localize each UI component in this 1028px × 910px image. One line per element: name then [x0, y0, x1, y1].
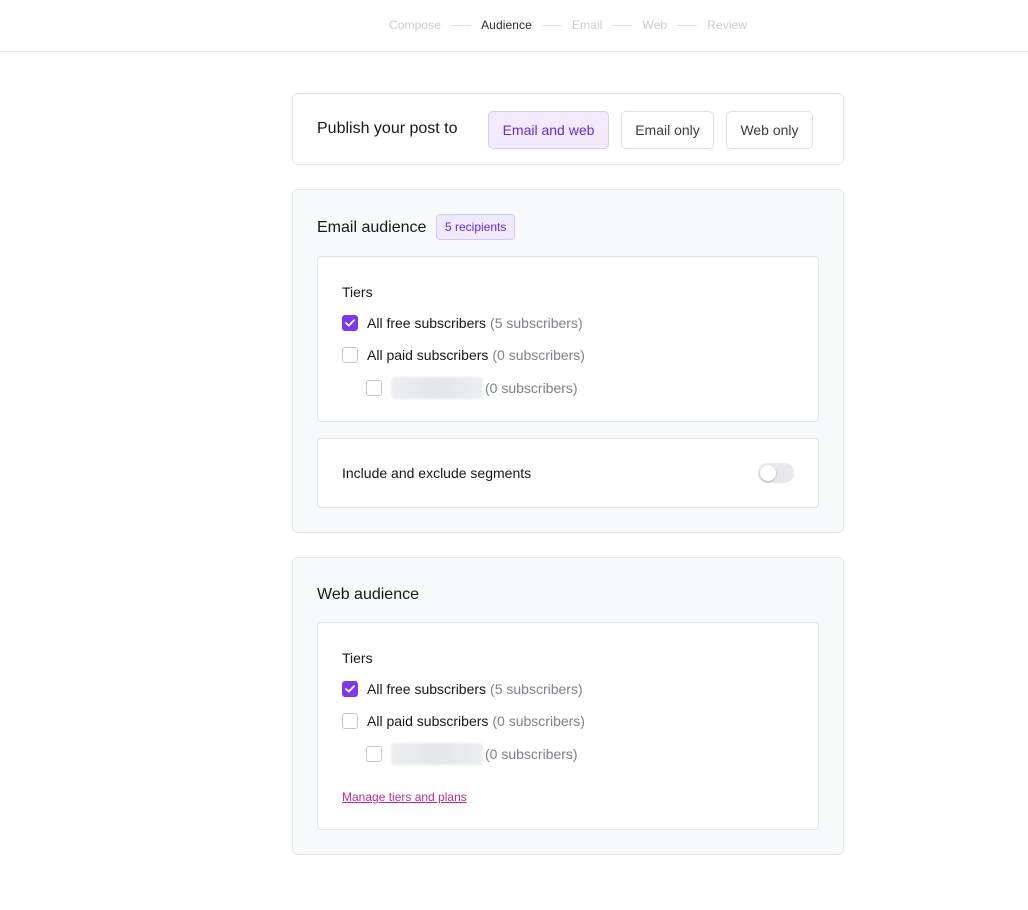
top-stepper-bar: Compose Audience Email Web Review [0, 0, 1028, 52]
checkbox[interactable] [342, 713, 358, 729]
publish-destination-card: Publish your post to Email and web Email… [292, 93, 844, 165]
email-audience-title: Email audience [317, 219, 427, 236]
checkbox[interactable] [366, 746, 382, 762]
checkbox[interactable] [366, 380, 382, 396]
web-only-button[interactable]: Web only [726, 111, 813, 149]
step-web[interactable]: Web [642, 18, 667, 32]
web-audience-card: Web audience Tiers All free subscribers … [292, 557, 844, 855]
publish-label: Publish your post to [317, 120, 458, 137]
web-tier-paid[interactable]: All paid subscribers (0 subscribers) [342, 713, 585, 729]
email-tier-paid[interactable]: All paid subscribers (0 subscribers) [342, 347, 585, 363]
check-icon [345, 685, 355, 693]
stepper: Compose Audience Email Web Review [389, 18, 747, 32]
web-audience-title: Web audience [317, 586, 419, 603]
manage-tiers-link[interactable]: Manage tiers and plans [342, 790, 467, 804]
tier-count: (0 subscribers) [485, 380, 578, 396]
tier-label: All paid subscribers [367, 347, 489, 363]
email-audience-card: Email audience 5 recipients Tiers All fr… [292, 189, 844, 533]
email-tiers-panel: Tiers All free subscribers (5 subscriber… [317, 256, 819, 422]
email-tier-paid-sub[interactable]: (0 subscribers) [366, 377, 578, 399]
segments-panel: Include and exclude segments [317, 438, 819, 508]
tier-label: All free subscribers [367, 315, 487, 331]
checkbox[interactable] [342, 347, 358, 363]
step-email[interactable]: Email [572, 18, 603, 32]
tiers-heading: Tiers [342, 284, 373, 300]
toggle-knob [760, 465, 776, 481]
tiers-heading: Tiers [342, 650, 373, 666]
email-and-web-button[interactable]: Email and web [488, 111, 609, 149]
step-review[interactable]: Review [707, 18, 747, 32]
web-tier-paid-sub[interactable]: (0 subscribers) [366, 743, 578, 765]
blurred-tier-name [391, 743, 483, 765]
tier-count: (0 subscribers) [492, 713, 585, 729]
web-tiers-panel: Tiers All free subscribers (5 subscriber… [317, 622, 819, 830]
tier-count: (0 subscribers) [485, 746, 578, 762]
email-only-button[interactable]: Email only [621, 111, 714, 149]
checkbox-checked[interactable] [342, 681, 358, 697]
recipients-badge: 5 recipients [436, 214, 516, 240]
segments-label: Include and exclude segments [342, 465, 532, 481]
tier-label: All free subscribers [367, 681, 487, 697]
tier-label: All paid subscribers [367, 713, 489, 729]
web-tier-free[interactable]: All free subscribers (5 subscribers) [342, 681, 583, 697]
step-compose[interactable]: Compose [389, 18, 441, 32]
step-divider [451, 24, 472, 26]
blurred-tier-name [391, 377, 483, 399]
segments-toggle[interactable] [758, 463, 794, 483]
email-tier-free[interactable]: All free subscribers (5 subscribers) [342, 315, 583, 331]
tier-count: (5 subscribers) [490, 681, 583, 697]
check-icon [345, 319, 355, 327]
tier-count: (5 subscribers) [490, 315, 583, 331]
step-divider [612, 24, 633, 26]
tier-count: (0 subscribers) [492, 347, 585, 363]
checkbox-checked[interactable] [342, 315, 358, 331]
step-divider [677, 24, 698, 26]
step-divider [541, 24, 562, 26]
step-audience[interactable]: Audience [481, 18, 532, 32]
